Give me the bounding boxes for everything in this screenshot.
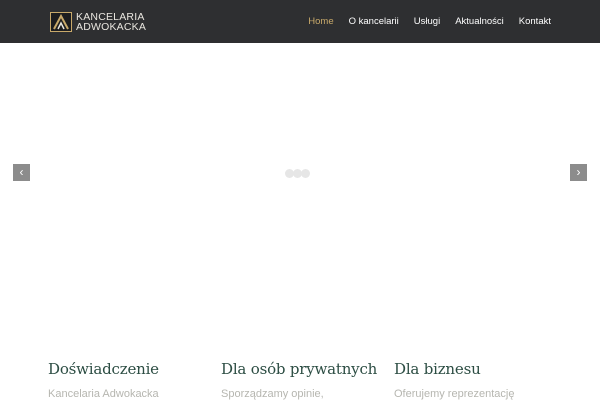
slider-prev-button[interactable]: ‹ — [13, 164, 30, 181]
chevron-right-icon: › — [576, 165, 581, 179]
site-header: KANCELARIA ADWOKACKA Home O kancelarii U… — [0, 0, 600, 43]
feature-text: Kancelaria Adwokacka — [48, 388, 159, 400]
logo-text: KANCELARIA ADWOKACKA — [76, 10, 147, 33]
slider-next-button[interactable]: › — [570, 164, 587, 181]
nav-item-aktualnosci[interactable]: Aktualności — [455, 16, 504, 27]
main-nav: Home O kancelarii Usługi Aktualności Kon… — [293, 0, 551, 43]
feature-business: Dla biznesu Oferujemy reprezentację — [394, 360, 514, 400]
hero-slider: ‹ › — [0, 43, 600, 335]
logo-icon — [50, 11, 72, 32]
feature-title: Dla biznesu — [394, 360, 481, 378]
nav-item-kontakt[interactable]: Kontakt — [519, 16, 551, 27]
nav-item-uslugi[interactable]: Usługi — [414, 16, 440, 27]
features-section: Doświadczenie Kancelaria Adwokacka Dla o… — [0, 355, 600, 400]
chevron-left-icon: ‹ — [19, 165, 24, 179]
feature-text: Oferujemy reprezentację — [394, 388, 515, 400]
nav-item-o-kancelarii[interactable]: O kancelarii — [349, 16, 399, 27]
feature-experience: Doświadczenie Kancelaria Adwokacka — [48, 360, 159, 400]
logo-line-2: ADWOKACKA — [76, 20, 147, 33]
logo[interactable]: KANCELARIA ADWOKACKA — [50, 11, 146, 32]
logo-line-1: KANCELARIA — [76, 10, 145, 23]
nav-item-home[interactable]: Home — [308, 16, 333, 27]
feature-title: Dla osób prywatnych — [221, 360, 378, 378]
feature-private-clients: Dla osób prywatnych Sporządzamy opinie, — [221, 360, 377, 400]
loading-dot — [301, 169, 310, 178]
feature-text: Sporządzamy opinie, — [221, 388, 324, 400]
slider-loading-indicator — [285, 169, 310, 178]
feature-title: Doświadczenie — [48, 360, 159, 378]
